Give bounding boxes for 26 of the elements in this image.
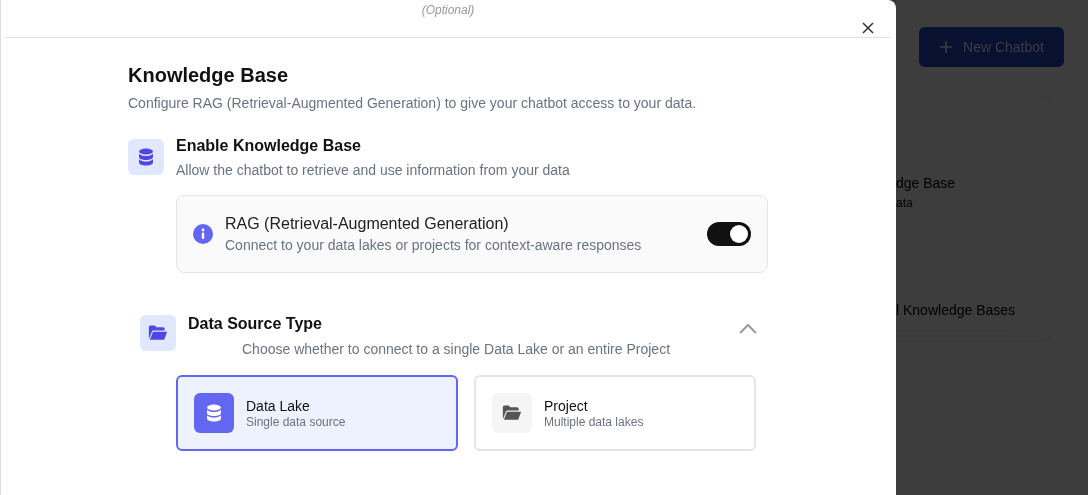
- source-option-card[interactable]: Project Multiple data lakes: [474, 375, 756, 451]
- modal-title: Knowledge Base: [128, 63, 290, 88]
- rag-toggle[interactable]: [707, 222, 751, 246]
- database-icon: [136, 147, 156, 167]
- section-title: Enable Knowledge Base: [176, 136, 362, 156]
- database-icon: [204, 403, 224, 423]
- folder-icon: [502, 403, 522, 423]
- section-title: Data Source Type: [188, 314, 323, 334]
- optional-hint: (Optional): [421, 2, 475, 19]
- source-option-card[interactable]: Data Lake Single data source: [176, 375, 458, 451]
- rag-description: Connect to your data lakes or projects for context-aware responses: [225, 236, 642, 255]
- card-title: dge Base: [896, 174, 957, 192]
- card-subtitle: ata: [896, 195, 914, 211]
- option-caption: Single data source: [246, 414, 346, 429]
- folder-icon: [148, 323, 168, 343]
- close-icon[interactable]: [862, 22, 874, 34]
- section-description: Allow the chatbot to retrieve and use information from your data: [176, 161, 570, 180]
- option-label: Project: [544, 397, 589, 415]
- section-description: Choose whether to connect to a single Data Lake or an entire Project: [241, 340, 671, 359]
- modal-description: Configure RAG (Retrieval-Augmented Generation) to give your chatbot access to your data.: [128, 94, 698, 113]
- plus-icon: [939, 40, 954, 54]
- chevron-up-icon[interactable]: [739, 324, 757, 334]
- rag-title: RAG (Retrieval-Augmented Generation): [225, 214, 510, 234]
- option-label: Data Lake: [246, 397, 311, 415]
- info-icon: [193, 224, 213, 244]
- option-caption: Multiple data lakes: [544, 414, 644, 429]
